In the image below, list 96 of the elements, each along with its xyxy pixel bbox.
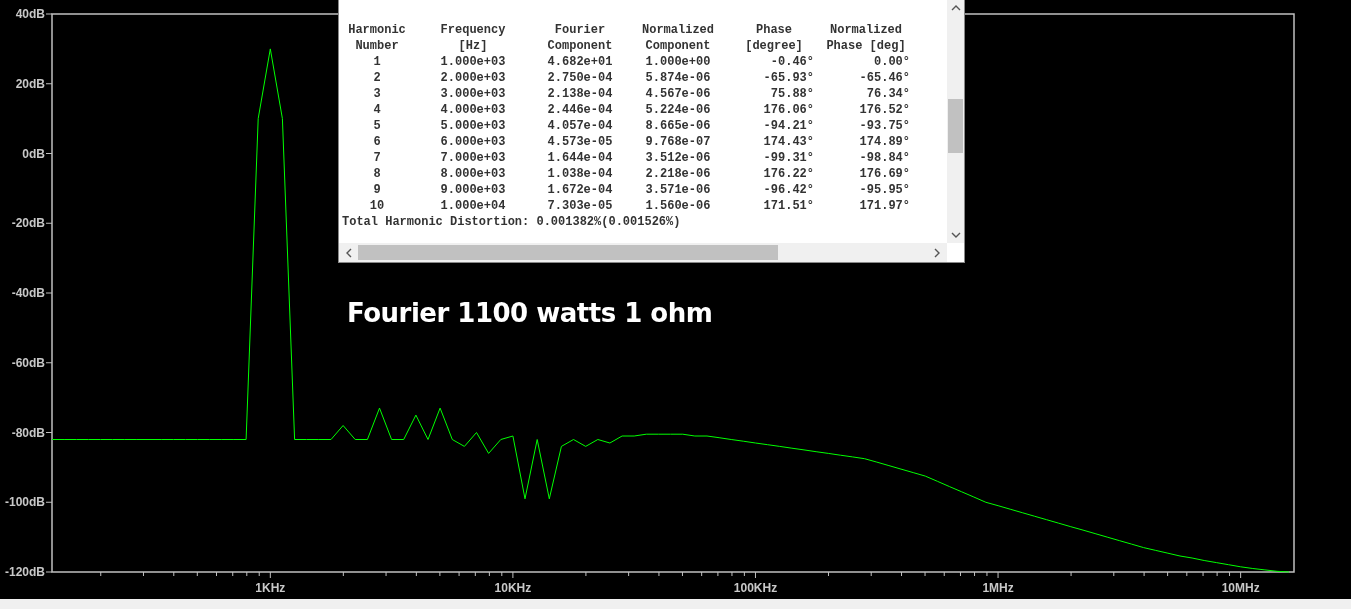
table-cell-text: 9.000e+03 [439, 182, 507, 198]
y-tick-label: 40dB [15, 7, 45, 21]
table-cell-text: 171.97° [858, 198, 911, 214]
table-cell-text: 174.89° [858, 134, 911, 150]
table-cell-text: 1.644e-04 [546, 150, 614, 166]
column-header: Fourier [553, 22, 607, 38]
table-cell-text: 2 [372, 70, 382, 86]
y-tick-label: -60dB [11, 355, 45, 370]
thd-text: Total Harmonic Distortion: 0.001382%(0.001526%) [342, 214, 682, 230]
table-cell-text: 1.000e+03 [439, 54, 507, 70]
table-cell-text: 76.34° [865, 86, 911, 102]
table-cell-text: 176.52° [858, 102, 911, 118]
table-cell-text: -94.21° [762, 118, 815, 134]
table-cell-text: 7 [372, 150, 382, 166]
table-cell-text: 4.057e-04 [546, 118, 614, 134]
table-cell-text: 4 [372, 102, 382, 118]
table-cell-text: 5.224e-06 [644, 102, 712, 118]
table-cell-text: 176.22° [762, 166, 815, 182]
y-tick-label: -100dB [5, 495, 45, 510]
column-header: Component [644, 38, 712, 54]
table-cell-text: 4.682e+01 [546, 54, 614, 70]
column-header: [Hz] [457, 38, 489, 54]
table-cell-text: -65.46° [858, 70, 911, 86]
table-cell-text: 2.750e-04 [546, 70, 614, 86]
column-header: Component [546, 38, 614, 54]
table-cell-text: -65.93° [762, 70, 815, 86]
table-cell-text: -96.42° [762, 182, 815, 198]
table-cell-text: 9 [372, 182, 382, 198]
table-cell-text: 7.000e+03 [439, 150, 507, 166]
scroll-left-icon[interactable] [345, 247, 352, 258]
x-tick-label: 10KHz [494, 581, 532, 595]
table-cell-text: 3.571e-06 [644, 182, 712, 198]
table-cell-text: 1.038e-04 [546, 166, 614, 182]
table-cell-text: 5.874e-06 [644, 70, 712, 86]
table-cell-text: 0.00° [873, 54, 911, 70]
y-tick-label: -80dB [11, 425, 45, 440]
table-cell-text: 8.000e+03 [439, 166, 507, 182]
x-tick-label: 1MHz [982, 581, 1014, 595]
table-cell-text: 3 [372, 86, 382, 102]
column-header: Normalized [829, 22, 903, 38]
table-cell-text: 8.665e-06 [644, 118, 712, 134]
table-cell-text: 2.446e-04 [546, 102, 614, 118]
table-cell-text: -98.84° [858, 150, 911, 166]
table-cell-text: 1 [372, 54, 382, 70]
column-header: Frequency [439, 22, 507, 38]
column-header: Phase [755, 22, 793, 38]
y-tick-label: 20dB [15, 76, 45, 91]
x-tick-label: 100KHz [733, 581, 778, 595]
table-cell-text: 1.672e-04 [546, 182, 614, 198]
scroll-right-icon[interactable] [934, 247, 941, 258]
column-header: Normalized [641, 22, 715, 38]
y-tick-label: 0dB [22, 146, 45, 161]
table-cell-text: 5 [372, 118, 382, 134]
scroll-thumb[interactable] [358, 245, 778, 260]
table-cell-text: 1.000e+00 [644, 54, 712, 70]
table-cell-text: 6.000e+03 [439, 134, 507, 150]
table-cell-text: 1.560e-06 [644, 198, 712, 214]
table-cell-text: -95.95° [858, 182, 911, 198]
x-tick-label: 1KHz [255, 581, 286, 595]
table-cell-text: 1.000e+04 [439, 198, 507, 214]
table-cell-text: 8 [372, 166, 382, 182]
scroll-down-icon[interactable] [950, 232, 961, 239]
table-cell-text: 75.88° [769, 86, 815, 102]
scroll-up-icon[interactable] [950, 4, 961, 11]
table-cell-text: -93.75° [858, 118, 911, 134]
table-cell-text: 176.06° [762, 102, 815, 118]
chart-caption: Fourier 1100 watts 1 ohm [347, 298, 713, 328]
table-cell-text: -0.46° [769, 54, 815, 70]
column-header: [degree] [744, 38, 804, 54]
table-cell-text: 2.000e+03 [439, 70, 507, 86]
table-cell-text: 10 [368, 198, 386, 214]
column-header: Phase [deg] [825, 38, 907, 54]
column-header: Number [354, 38, 400, 54]
horizontal-scrollbar[interactable] [339, 243, 947, 262]
table-cell-text: 5.000e+03 [439, 118, 507, 134]
table-cell-text: 3.512e-06 [644, 150, 712, 166]
column-header: Harmonic [347, 22, 407, 38]
y-tick-label: -20dB [11, 216, 45, 231]
table-cell-text: 4.000e+03 [439, 102, 507, 118]
table-cell-text: 4.567e-06 [644, 86, 712, 102]
vertical-scrollbar[interactable] [947, 0, 964, 243]
table-cell-text: 9.768e-07 [644, 134, 712, 150]
y-tick-label: -120dB [5, 565, 45, 579]
scroll-thumb[interactable] [948, 99, 963, 153]
table-cell-text: 2.138e-04 [546, 86, 614, 102]
table-cell-text: 3.000e+03 [439, 86, 507, 102]
table-cell-text: 2.218e-06 [644, 166, 712, 182]
y-tick-label: -40dB [11, 286, 45, 300]
table-cell-text: 171.51° [762, 198, 815, 214]
table-cell-text: 7.303e-05 [546, 198, 614, 214]
table-cell-text: 174.43° [762, 134, 815, 150]
x-tick-label: 10MHz [1221, 581, 1260, 595]
table-cell-text: 176.69° [858, 166, 911, 182]
table-cell-text: 4.573e-05 [546, 134, 614, 150]
table-cell-text: 6 [372, 134, 382, 150]
table-cell-text: -99.31° [762, 150, 815, 166]
